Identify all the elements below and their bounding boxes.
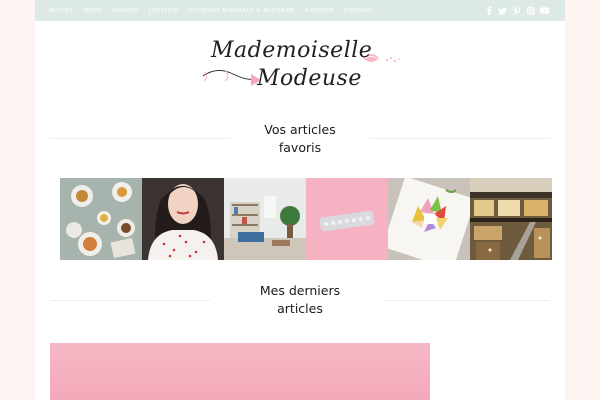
woman-portrait-image [142,178,224,260]
youtube-icon[interactable] [538,4,551,17]
logo-text-line1: Mademoiselle [211,38,373,63]
favorites-grid [60,178,552,260]
site-logo[interactable]: Mademoiselle Modeuse [195,32,420,100]
nav-item-contact[interactable]: CONTACT [344,8,371,14]
favorite-tile-pills[interactable] [306,178,388,260]
latest-title-line1: Mes derniers [259,283,341,298]
social-links [481,0,551,21]
favorites-title-line1: Vos articles [264,122,336,137]
nav-item-lifestyle[interactable]: LIFESTYLE [148,8,178,14]
shopping-mall-image [470,178,552,260]
favorite-tile-cafe[interactable] [60,178,142,260]
nav-item-mode[interactable]: MODE [84,8,101,14]
pink-pills-image [306,178,388,260]
logo-text-line2: Modeuse [257,66,362,91]
nav-item-accueil[interactable]: ACCUEIL [49,8,74,14]
instagram-icon[interactable] [524,4,537,17]
pinterest-icon[interactable] [510,4,523,17]
favorites-heading: Vos articles favoris [50,121,550,157]
living-room-image [224,178,306,260]
facebook-icon[interactable] [482,4,495,17]
favorite-tile-mall[interactable] [470,178,552,260]
nav-item-a-propos[interactable]: A PROPOS [305,8,335,14]
twitter-icon[interactable] [496,4,509,17]
favorite-tile-macarons[interactable] [388,178,470,260]
favorite-tile-portrait[interactable] [142,178,224,260]
nav-menu: ACCUEIL MODE VOYAGES LIFESTYLE CITYGUIDE… [49,0,382,21]
latest-article-image[interactable] [50,343,430,400]
favorites-title-line2: favoris [278,140,322,155]
macarons-image [388,178,470,260]
top-navigation: ACCUEIL MODE VOYAGES LIFESTYLE CITYGUIDE… [35,0,565,21]
nav-item-cityguide[interactable]: CITYGUIDE BORDEAUX & AQUITAINE [188,8,294,14]
latest-title-line2: articles [277,301,323,316]
latest-heading: Mes derniers articles [50,282,550,318]
cafe-table-image [60,178,142,260]
nav-item-voyages[interactable]: VOYAGES [111,8,138,14]
favorite-tile-living-room[interactable] [224,178,306,260]
